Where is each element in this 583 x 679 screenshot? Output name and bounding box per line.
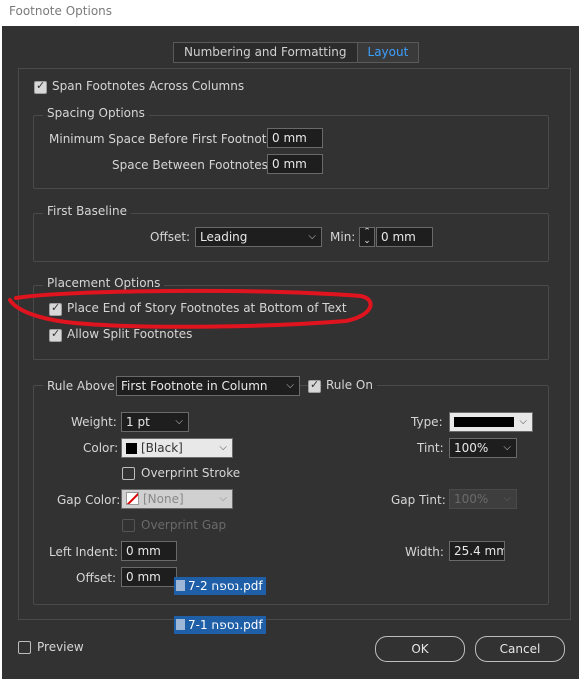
weight-label: Weight: — [71, 415, 117, 429]
gap-tint-label: Gap Tint: — [391, 493, 446, 507]
left-indent-field[interactable]: 0 mm — [121, 541, 177, 561]
cancel-button[interactable]: Cancel — [475, 636, 565, 662]
placement-options-group — [33, 285, 549, 360]
span-footnotes-checkbox[interactable] — [34, 79, 47, 94]
rule-above-value: First Footnote in Column — [121, 379, 268, 393]
tint-value: 100% — [454, 441, 489, 455]
tab-numbering-and-formatting[interactable]: Numbering and Formatting — [174, 43, 357, 62]
weight-dropdown[interactable]: 1 pt ⌵ — [121, 412, 189, 432]
ok-button[interactable]: OK — [375, 636, 465, 662]
tab-layout[interactable]: Layout — [356, 43, 419, 62]
weight-value: 1 pt — [126, 415, 150, 429]
gap-tint-dropdown[interactable]: 100% ⌵ — [449, 489, 517, 509]
tint-label: Tint: — [417, 441, 444, 455]
rule-on-checkbox[interactable] — [308, 378, 321, 393]
width-field[interactable]: 25.4 mm — [449, 541, 505, 561]
tint-dropdown[interactable]: 100% ⌵ — [449, 438, 517, 458]
color-label: Color: — [83, 441, 119, 455]
spacing-options-group — [33, 115, 549, 189]
rule-above-dropdown[interactable]: First Footnote in Column ⌵ — [116, 376, 300, 396]
baseline-min-field[interactable]: 0 mm — [376, 227, 433, 247]
pdf-file-icon — [176, 619, 185, 630]
min-space-field[interactable]: 0 mm — [267, 128, 323, 148]
preview-label: Preview — [37, 640, 84, 654]
width-label: Width: — [405, 545, 444, 559]
gap-color-label: Gap Color: — [57, 493, 121, 507]
overprint-stroke-checkbox[interactable] — [122, 467, 135, 480]
tab-bar: Numbering and Formatting Layout — [173, 42, 420, 63]
rule-offset-label: Offset: — [76, 571, 117, 585]
min-space-label: Minimum Space Before First Footnote: — [49, 132, 278, 146]
chevron-down-icon: ⌵ — [503, 442, 511, 453]
stroke-swatch — [454, 417, 514, 427]
chevron-down-icon: ⌵ — [503, 493, 511, 504]
chevron-down-icon: ⌵ — [286, 380, 294, 391]
chevron-down-icon: ⌵ — [219, 493, 227, 504]
gap-color-dropdown[interactable]: [None] ⌵ — [121, 489, 233, 509]
baseline-offset-value: Leading — [200, 230, 248, 244]
end-of-story-checkbox[interactable] — [49, 301, 62, 316]
window-title: Footnote Options — [9, 4, 113, 18]
left-indent-label: Left Indent: — [49, 545, 118, 559]
baseline-min-label: Min: — [330, 230, 356, 244]
chevron-down-icon: ⌵ — [219, 442, 227, 453]
end-of-story-label: Place End of Story Footnotes at Bottom o… — [67, 301, 347, 315]
none-swatch-icon — [126, 492, 139, 505]
allow-split-label: Allow Split Footnotes — [67, 327, 193, 341]
rule-above-label: Rule Above: — [43, 379, 123, 393]
overprint-gap-checkbox[interactable] — [122, 519, 135, 532]
color-value: [Black] — [141, 441, 183, 455]
preview-checkbox[interactable] — [18, 641, 31, 654]
type-dropdown[interactable]: ⌵ — [449, 412, 533, 432]
dragged-file-tag[interactable]: 7-1 נספח.pdf — [174, 616, 266, 634]
dragged-file-name: 7-1 נספח.pdf — [188, 618, 263, 632]
color-dropdown[interactable]: [Black] ⌵ — [121, 438, 233, 458]
chevron-down-icon: ⌵ — [308, 231, 316, 242]
chevron-down-icon: ⌵ — [519, 416, 527, 427]
space-between-field[interactable]: 0 mm — [267, 154, 323, 174]
dragged-file-name: 7-2 נספח.pdf — [188, 579, 263, 593]
gap-tint-value: 100% — [454, 492, 489, 506]
pdf-file-icon — [176, 580, 185, 591]
span-footnotes-label: Span Footnotes Across Columns — [52, 79, 245, 93]
type-label: Type: — [411, 415, 443, 429]
gap-color-value: [None] — [143, 492, 184, 506]
baseline-offset-dropdown[interactable]: Leading ⌵ — [195, 227, 322, 247]
allow-split-checkbox[interactable] — [49, 327, 62, 342]
rule-on-label: Rule On — [322, 378, 377, 392]
stepper-icon[interactable]: ⌃ ⌄ — [359, 227, 375, 247]
baseline-offset-label: Offset: — [150, 230, 191, 244]
spacing-options-title: Spacing Options — [43, 106, 149, 120]
rule-offset-field[interactable]: 0 mm — [121, 567, 177, 587]
overprint-stroke-label: Overprint Stroke — [141, 466, 241, 480]
first-baseline-title: First Baseline — [43, 204, 131, 218]
overprint-gap-label: Overprint Gap — [141, 518, 227, 532]
chevron-down-icon: ⌵ — [175, 416, 183, 427]
title-bar: Footnote Options — [0, 0, 583, 26]
space-between-label: Space Between Footnotes: — [112, 158, 272, 172]
placement-options-title: Placement Options — [43, 276, 165, 290]
black-swatch — [126, 443, 137, 454]
dragged-file-tag[interactable]: 7-2 נספח.pdf — [174, 577, 266, 595]
